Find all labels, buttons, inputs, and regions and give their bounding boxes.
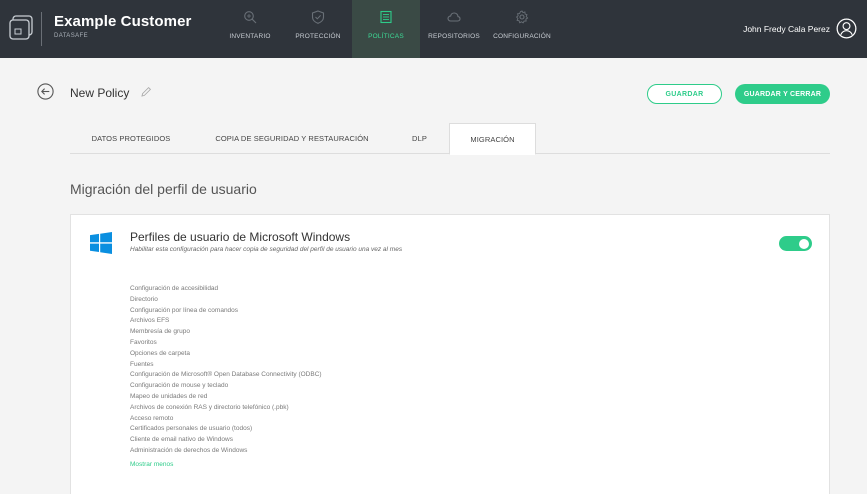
top-bar: Example Customer DATASAFE INVENTARIO PRO… <box>0 0 867 58</box>
nav-label: POLÍTICAS <box>368 33 404 40</box>
nav-item-inventario[interactable]: INVENTARIO <box>216 0 284 58</box>
card-subtitle: Habilitar esta configuración para hacer … <box>130 246 403 253</box>
nav-item-proteccion[interactable]: PROTECCIÓN <box>284 0 352 58</box>
app-title: Example Customer <box>54 13 192 30</box>
app-logo-icon[interactable] <box>9 15 33 41</box>
show-less-link[interactable]: Mostrar menos <box>130 461 173 468</box>
policy-title: New Policy <box>70 86 130 100</box>
user-name[interactable]: John Fredy Cala Perez <box>743 24 830 34</box>
list-item: Opciones de carpeta <box>130 349 190 357</box>
tab-copia-seguridad[interactable]: COPIA DE SEGURIDAD Y RESTAURACIÓN <box>192 123 392 154</box>
cloud-icon <box>447 12 461 22</box>
nav-label: PROTECCIÓN <box>295 33 341 40</box>
list-item: Directorio <box>130 295 158 303</box>
enable-toggle[interactable] <box>779 236 812 251</box>
nav-item-politicas[interactable]: POLÍTICAS <box>352 0 420 58</box>
shield-icon <box>311 10 325 24</box>
list-item: Fuentes <box>130 360 154 368</box>
tab-migracion[interactable]: MIGRACIÓN <box>449 123 536 155</box>
list-item: Mapeo de unidades de red <box>130 392 208 400</box>
tab-dlp[interactable]: DLP <box>392 123 447 154</box>
pencil-icon[interactable] <box>140 86 152 98</box>
document-icon <box>380 10 392 24</box>
section-title: Migración del perfil de usuario <box>70 181 257 197</box>
policy-tabs: DATOS PROTEGIDOS COPIA DE SEGURIDAD Y RE… <box>70 123 830 155</box>
tab-datos-protegidos[interactable]: DATOS PROTEGIDOS <box>70 123 192 154</box>
list-item: Membresía de grupo <box>130 328 190 336</box>
list-item: Archivos EFS <box>130 317 170 325</box>
list-item: Archivos de conexión RAS y directorio te… <box>130 403 289 411</box>
search-icon <box>244 11 257 24</box>
save-and-close-button[interactable]: GUARDAR Y CERRAR <box>735 84 830 104</box>
list-item: Configuración de accesibilidad <box>130 285 219 292</box>
nav-label: INVENTARIO <box>229 33 271 40</box>
gear-icon <box>515 10 529 24</box>
list-item: Configuración de mouse y teclado <box>130 382 229 390</box>
list-item: Favoritos <box>130 338 157 346</box>
nav-item-repositorios[interactable]: REPOSITORIOS <box>420 0 488 58</box>
back-arrow-icon[interactable] <box>37 83 54 100</box>
list-item: Configuración por línea de comandos <box>130 306 239 314</box>
windows-logo-icon <box>90 232 112 254</box>
user-avatar-icon[interactable] <box>836 18 857 39</box>
nav-item-configuracion[interactable]: CONFIGURACIÓN <box>488 0 556 58</box>
toggle-knob <box>799 238 809 249</box>
list-item: Administración de derechos de Windows <box>130 446 248 454</box>
list-item: Cliente de email nativo de Windows <box>130 436 233 444</box>
list-item: Acceso remoto <box>130 414 174 422</box>
windows-profile-card: Perfiles de usuario de Microsoft Windows… <box>70 214 830 494</box>
save-button[interactable]: GUARDAR <box>647 84 722 104</box>
settings-list: Configuración de accesibilidad Directori… <box>130 284 322 457</box>
nav-label: REPOSITORIOS <box>428 33 480 40</box>
main-nav: INVENTARIO PROTECCIÓN POLÍTICAS REPOSITO… <box>216 0 556 58</box>
app-subtitle: DATASAFE <box>54 33 88 39</box>
list-item: Certificados personales de usuario (todo… <box>130 425 253 433</box>
list-item: Configuración de Microsoft® Open Databas… <box>130 371 322 379</box>
card-title: Perfiles de usuario de Microsoft Windows <box>130 230 351 244</box>
nav-label: CONFIGURACIÓN <box>493 33 551 40</box>
header-divider <box>41 12 42 46</box>
